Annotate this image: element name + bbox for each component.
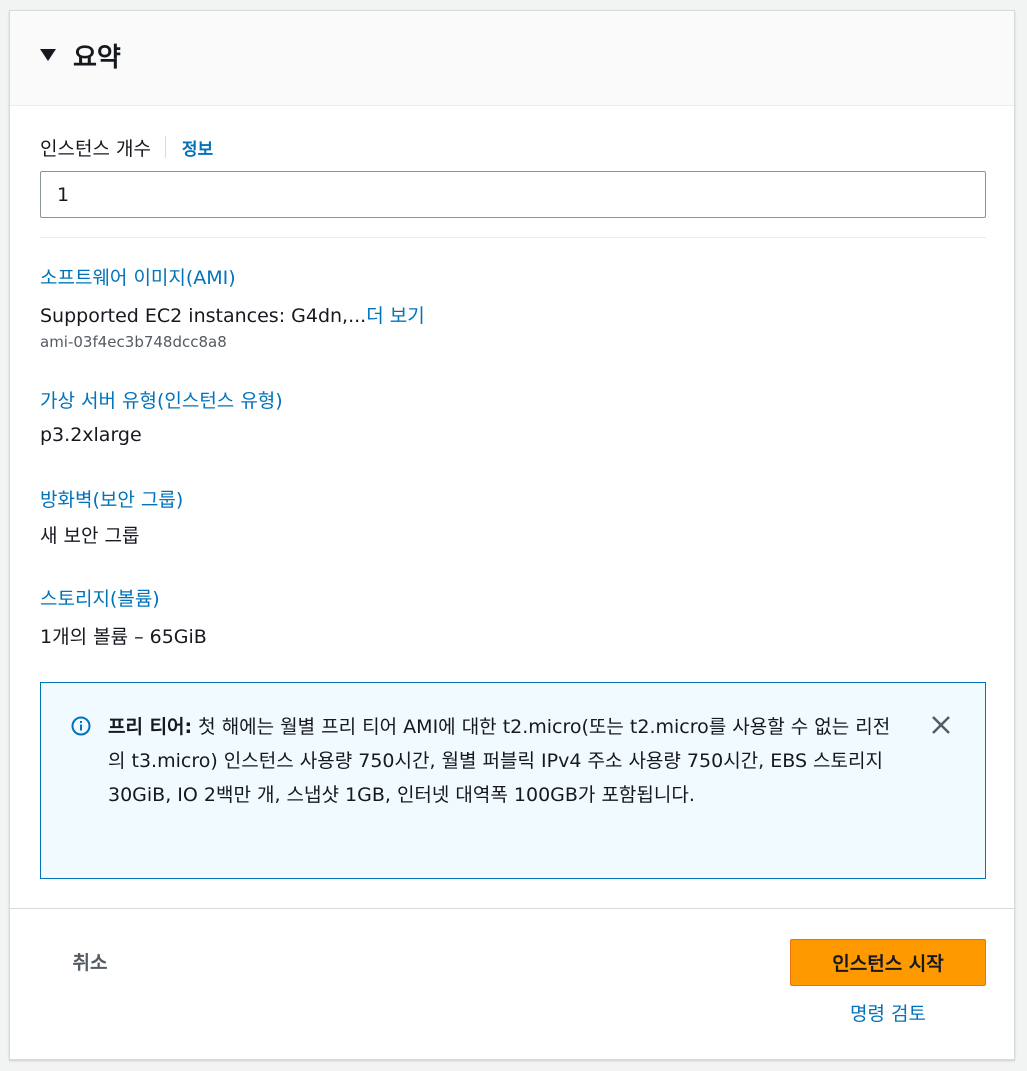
summary-panel: 요약 인스턴스 개수 정보 소프트웨어 이미지(AMI) Supported E… [9,10,1015,1060]
instance-count-input[interactable] [40,171,986,218]
instance-type-label-link[interactable]: 가상 서버 유형(인스턴스 유형) [40,386,283,413]
summary-header[interactable]: 요약 [10,11,1014,106]
ami-label-link[interactable]: 소프트웨어 이미지(AMI) [40,263,236,290]
free-tier-alert: 프리 티어: 첫 해에는 월별 프리 티어 AMI에 대한 t2.micro(또… [40,682,986,879]
caret-down-icon[interactable] [40,49,56,61]
info-circle-icon [71,716,91,736]
storage-value: 1개의 볼륨 – 65GiB [40,626,207,648]
free-tier-alert-text: 프리 티어: 첫 해에는 월별 프리 티어 AMI에 대한 t2.micro(또… [108,710,903,812]
firewall-value: 새 보안 그룹 [40,525,140,547]
info-link[interactable]: 정보 [182,135,213,160]
free-tier-alert-title: 프리 티어: [108,716,193,738]
instance-type-value: p3.2xlarge [40,424,142,446]
instance-count-label: 인스턴스 개수 [40,137,151,160]
summary-title: 요약 [73,43,121,73]
storage-label-link[interactable]: 스토리지(볼륨) [40,584,160,611]
label-divider [164,136,166,158]
firewall-label-link[interactable]: 방화벽(보안 그룹) [40,485,183,512]
ami-id: ami-03f4ec3b748dcc8a8 [40,333,227,351]
launch-instance-button[interactable]: 인스턴스 시작 [790,939,986,986]
instance-count-label-row: 인스턴스 개수 정보 [40,134,213,160]
cancel-button[interactable]: 취소 [50,943,130,979]
close-icon[interactable] [929,713,953,737]
review-commands-link[interactable]: 명령 검토 [790,999,986,1026]
footer-divider [10,908,1014,909]
ami-description: Supported EC2 instances: G4dn,... [40,305,367,327]
free-tier-alert-body: 첫 해에는 월별 프리 티어 AMI에 대한 t2.micro(또는 t2.mi… [108,716,891,806]
section-divider [40,237,986,238]
ami-value: Supported EC2 instances: G4dn,...더 보기 [40,301,425,328]
ami-more-link[interactable]: 더 보기 [366,305,424,327]
